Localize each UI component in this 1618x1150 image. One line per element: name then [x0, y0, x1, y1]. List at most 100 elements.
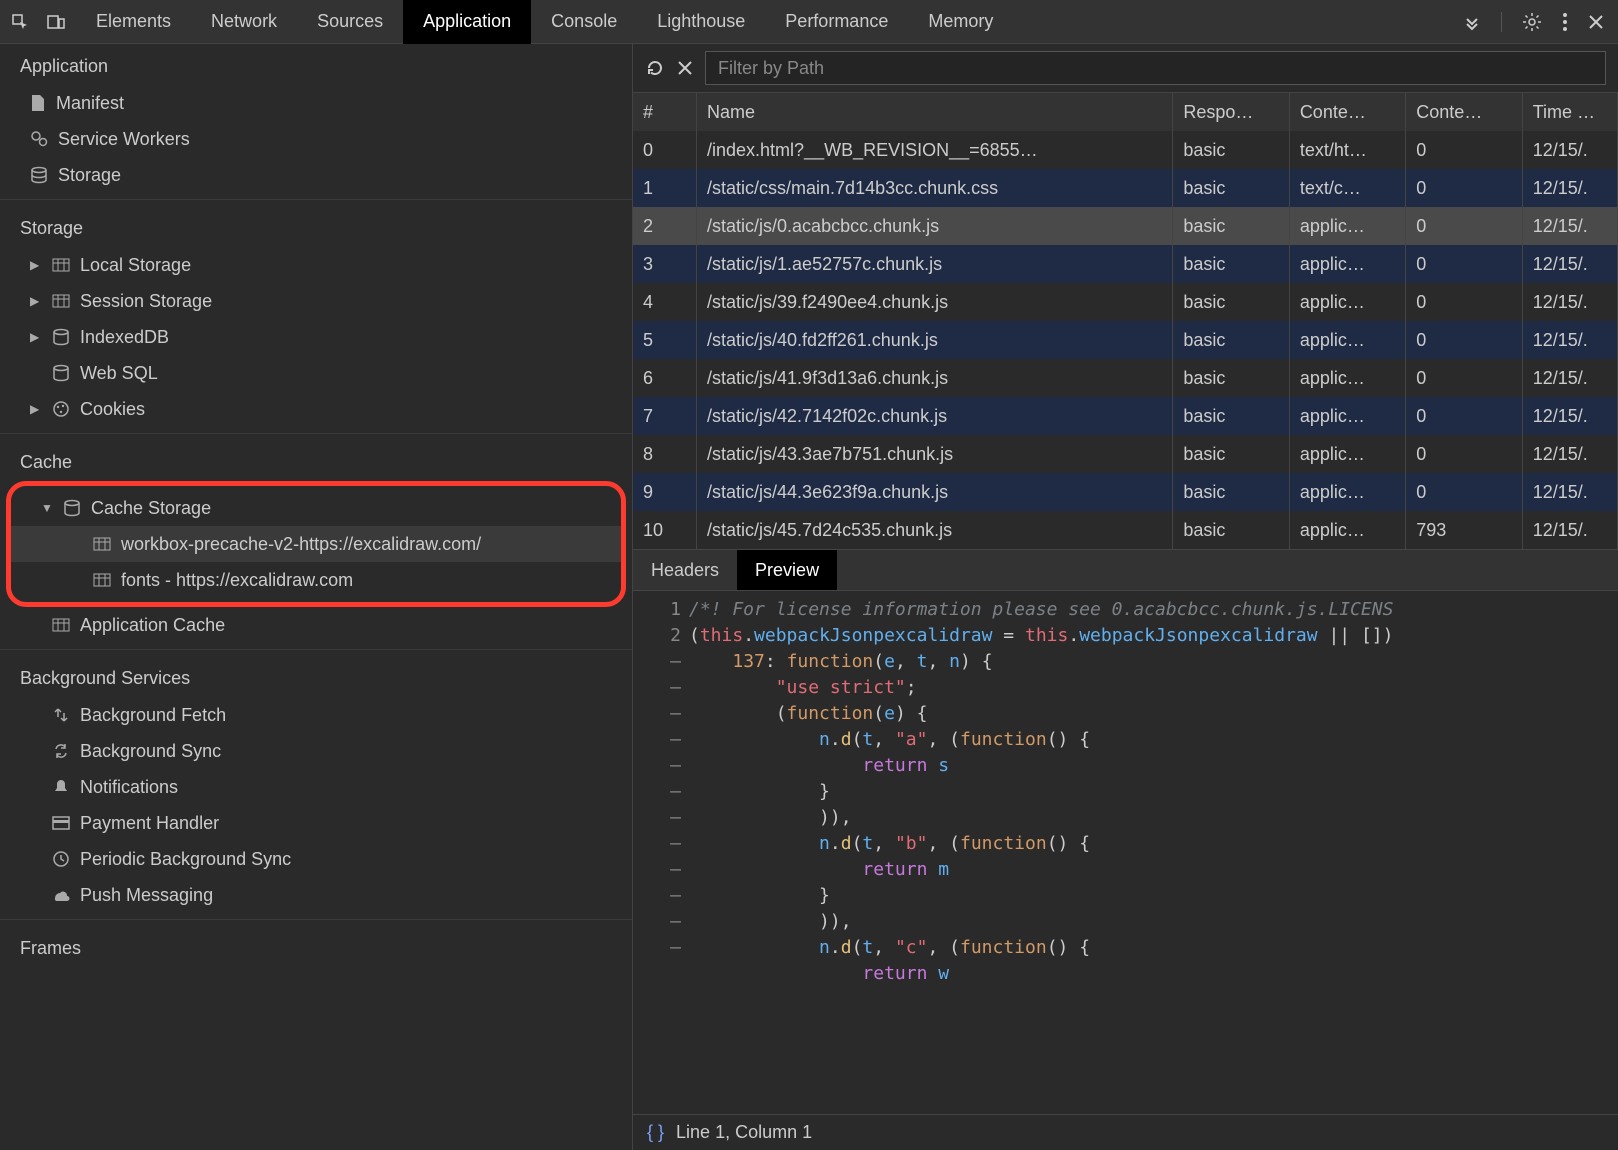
- cache-toolbar: [633, 44, 1618, 92]
- table-row[interactable]: 10/static/js/45.7d24c535.chunk.jsbasicap…: [633, 511, 1618, 549]
- cell-ct: applic…: [1289, 207, 1405, 245]
- expand-icon[interactable]: ▶: [30, 294, 42, 308]
- cell-resp: basic: [1173, 511, 1289, 549]
- table-row[interactable]: 1/static/css/main.7d14b3cc.chunk.cssbasi…: [633, 169, 1618, 207]
- cell-cl: 0: [1406, 359, 1522, 397]
- preview-tabs: HeadersPreview: [633, 549, 1618, 591]
- table-row[interactable]: 4/static/js/39.f2490ee4.chunk.jsbasicapp…: [633, 283, 1618, 321]
- sidebar-item-label: Application Cache: [80, 615, 225, 636]
- cell-idx: 4: [633, 283, 697, 321]
- table-icon: [52, 294, 70, 308]
- cell-ct: applic…: [1289, 435, 1405, 473]
- table-row[interactable]: 8/static/js/43.3ae7b751.chunk.jsbasicapp…: [633, 435, 1618, 473]
- tab-performance[interactable]: Performance: [765, 0, 908, 44]
- sidebar-item-notifications[interactable]: ▶Notifications: [0, 769, 632, 805]
- tab-console[interactable]: Console: [531, 0, 637, 44]
- cell-name: /static/js/45.7d24c535.chunk.js: [697, 511, 1173, 549]
- sidebar-item-cache-fonts[interactable]: ▶ fonts - https://excalidraw.com: [11, 562, 621, 598]
- table-icon: [52, 618, 70, 632]
- table-row[interactable]: 3/static/js/1.ae52757c.chunk.jsbasicappl…: [633, 245, 1618, 283]
- table-row[interactable]: 7/static/js/42.7142f02c.chunk.jsbasicapp…: [633, 397, 1618, 435]
- cell-ct: applic…: [1289, 511, 1405, 549]
- expand-icon[interactable]: ▶: [30, 402, 42, 416]
- table-row[interactable]: 5/static/js/40.fd2ff261.chunk.jsbasicapp…: [633, 321, 1618, 359]
- cell-ct: text/ht…: [1289, 131, 1405, 169]
- database-icon: [63, 499, 81, 517]
- table-icon: [93, 573, 111, 587]
- sidebar-item-storage[interactable]: Storage: [0, 157, 632, 193]
- cell-cl: 0: [1406, 473, 1522, 511]
- sidebar-item-session-storage[interactable]: ▶ Session Storage: [0, 283, 632, 319]
- code-body[interactable]: /*! For license information please see 0…: [689, 591, 1618, 1114]
- expand-icon[interactable]: ▶: [30, 258, 42, 272]
- expand-icon[interactable]: ▶: [30, 330, 42, 344]
- cell-idx: 1: [633, 169, 697, 207]
- preview-tab-headers[interactable]: Headers: [633, 550, 737, 590]
- sidebar-item-service-workers[interactable]: Service Workers: [0, 121, 632, 157]
- cell-time: 12/15/.: [1522, 359, 1617, 397]
- preview-tab-preview[interactable]: Preview: [737, 550, 837, 590]
- settings-icon[interactable]: [1522, 12, 1542, 32]
- sidebar-item-manifest[interactable]: Manifest: [0, 85, 632, 121]
- column-header[interactable]: Name: [697, 93, 1173, 131]
- sidebar-item-push-messaging[interactable]: ▶Push Messaging: [0, 877, 632, 913]
- sidebar-item-application-cache[interactable]: ▶ Application Cache: [0, 607, 632, 643]
- sidebar-item-local-storage[interactable]: ▶ Local Storage: [0, 247, 632, 283]
- inspect-element-icon[interactable]: [10, 12, 30, 32]
- device-toolbar-icon[interactable]: [46, 12, 66, 32]
- sidebar-item-label: Cookies: [80, 399, 145, 420]
- sidebar-item-background-sync[interactable]: ▶Background Sync: [0, 733, 632, 769]
- cell-name: /static/js/41.9f3d13a6.chunk.js: [697, 359, 1173, 397]
- more-tabs-icon[interactable]: [1463, 13, 1481, 31]
- tab-application[interactable]: Application: [403, 0, 531, 44]
- main-content: #NameRespo…Conte…Conte…Time … 0/index.ht…: [633, 44, 1618, 1150]
- sidebar-item-background-fetch[interactable]: ▶Background Fetch: [0, 697, 632, 733]
- cell-name: /static/js/43.3ae7b751.chunk.js: [697, 435, 1173, 473]
- column-header[interactable]: Conte…: [1289, 93, 1405, 131]
- cell-name: /static/js/0.acabcbcc.chunk.js: [697, 207, 1173, 245]
- close-icon[interactable]: [1588, 14, 1604, 30]
- collapse-icon[interactable]: ▼: [41, 501, 53, 515]
- tab-lighthouse[interactable]: Lighthouse: [637, 0, 765, 44]
- column-header[interactable]: #: [633, 93, 697, 131]
- database-icon: [52, 364, 70, 382]
- sidebar-item-cookies[interactable]: ▶ Cookies: [0, 391, 632, 427]
- cell-resp: basic: [1173, 473, 1289, 511]
- sidebar-item-periodic-background-sync[interactable]: ▶Periodic Background Sync: [0, 841, 632, 877]
- sidebar-item-label: Service Workers: [58, 129, 190, 150]
- tab-memory[interactable]: Memory: [908, 0, 1013, 44]
- table-row[interactable]: 0/index.html?__WB_REVISION__=6855…basict…: [633, 131, 1618, 169]
- sidebar-item-websql[interactable]: ▶ Web SQL: [0, 355, 632, 391]
- cookie-icon: [52, 400, 70, 418]
- tab-elements[interactable]: Elements: [76, 0, 191, 44]
- sidebar-item-payment-handler[interactable]: ▶Payment Handler: [0, 805, 632, 841]
- sidebar-item-cache-workbox[interactable]: ▶ workbox-precache-v2-https://excalidraw…: [11, 526, 621, 562]
- sidebar-item-label: Manifest: [56, 93, 124, 114]
- cell-cl: 0: [1406, 131, 1522, 169]
- section-storage: Storage: [0, 206, 632, 247]
- refresh-icon[interactable]: [645, 58, 665, 78]
- sidebar-item-label: Notifications: [80, 777, 178, 798]
- tab-network[interactable]: Network: [191, 0, 297, 44]
- cell-idx: 5: [633, 321, 697, 359]
- column-header[interactable]: Respo…: [1173, 93, 1289, 131]
- column-header[interactable]: Conte…: [1406, 93, 1522, 131]
- delete-icon[interactable]: [677, 60, 693, 76]
- column-header[interactable]: Time …: [1522, 93, 1617, 131]
- panel-tabs: ElementsNetworkSourcesApplicationConsole…: [76, 0, 1449, 44]
- tab-sources[interactable]: Sources: [297, 0, 403, 44]
- sidebar-item-cache-storage[interactable]: ▼ Cache Storage: [11, 490, 621, 526]
- braces-icon[interactable]: { }: [647, 1122, 664, 1143]
- cell-time: 12/15/.: [1522, 169, 1617, 207]
- cell-idx: 2: [633, 207, 697, 245]
- cursor-position: Line 1, Column 1: [676, 1122, 812, 1143]
- cell-ct: applic…: [1289, 397, 1405, 435]
- table-row[interactable]: 2/static/js/0.acabcbcc.chunk.jsbasicappl…: [633, 207, 1618, 245]
- sidebar-item-indexeddb[interactable]: ▶ IndexedDB: [0, 319, 632, 355]
- kebab-menu-icon[interactable]: [1562, 12, 1568, 32]
- table-row[interactable]: 9/static/js/44.3e623f9a.chunk.jsbasicapp…: [633, 473, 1618, 511]
- table-row[interactable]: 6/static/js/41.9f3d13a6.chunk.jsbasicapp…: [633, 359, 1618, 397]
- cell-cl: 0: [1406, 283, 1522, 321]
- filter-input[interactable]: [705, 51, 1606, 85]
- cell-idx: 8: [633, 435, 697, 473]
